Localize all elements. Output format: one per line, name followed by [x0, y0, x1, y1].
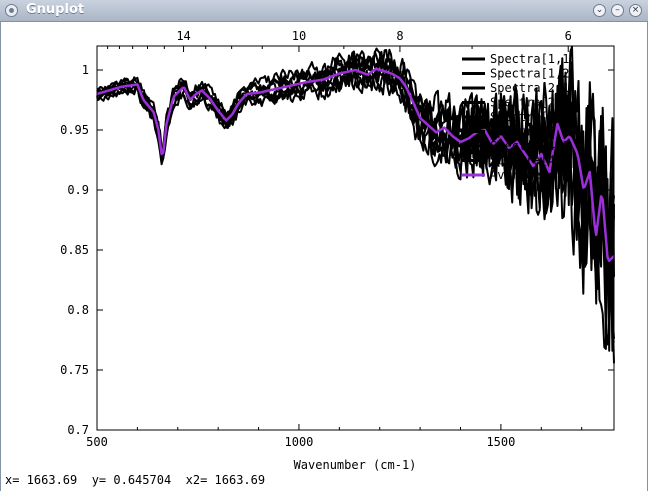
legend-entry: Spectra[1,2	[490, 67, 569, 81]
y-tick-label: 1	[82, 63, 89, 77]
legend-entry: Average	[490, 168, 541, 182]
y-tick-label: 0.75	[60, 363, 89, 377]
close-button[interactable]: ×	[629, 4, 642, 17]
window-title: Gnuplot	[26, 2, 85, 17]
minimize-button[interactable]: –	[611, 4, 624, 17]
x-tick-label: 500	[86, 435, 108, 449]
legend-entry: Spectra[2,2	[490, 96, 569, 110]
gnuplot-app-icon[interactable]	[5, 4, 18, 17]
collapse-button[interactable]: ⌄	[593, 4, 606, 17]
legend-entry: Spectra[1,1	[490, 52, 569, 66]
legend-entry: Spectra[4,1	[490, 139, 569, 153]
y-tick-label: 0.85	[60, 243, 89, 257]
y-tick-label: 0.95	[60, 123, 89, 137]
legend-entry: Spectra[3,2	[490, 125, 569, 139]
legend-entry: Spectra[4,2	[490, 154, 569, 168]
x2-tick-label: 10	[292, 29, 306, 43]
plot-canvas[interactable]: 0.70.750.80.850.90.951500 1000 150014 10 8 6 …	[0, 22, 648, 472]
x2-tick-label: 14	[176, 29, 190, 43]
legend-entry: Spectra[2,1	[490, 81, 569, 95]
status-bar-coordinates: x= 1663.69 y= 0.645704 x2= 1663.69	[5, 473, 266, 487]
y-tick-label: 0.8	[67, 303, 89, 317]
x2-tick-label: 8	[396, 29, 403, 43]
window-titlebar[interactable]: Gnuplot ⌄ – ×	[0, 0, 648, 22]
y-tick-label: 0.9	[67, 183, 89, 197]
x-tick-label: 1000	[285, 435, 314, 449]
x-axis-label: Wavenumber (cm-1)	[294, 458, 417, 472]
x-tick-label: 1500	[486, 435, 515, 449]
x2-tick-label: 6	[565, 29, 572, 43]
legend-entry: Spectra[3,1	[490, 110, 569, 124]
